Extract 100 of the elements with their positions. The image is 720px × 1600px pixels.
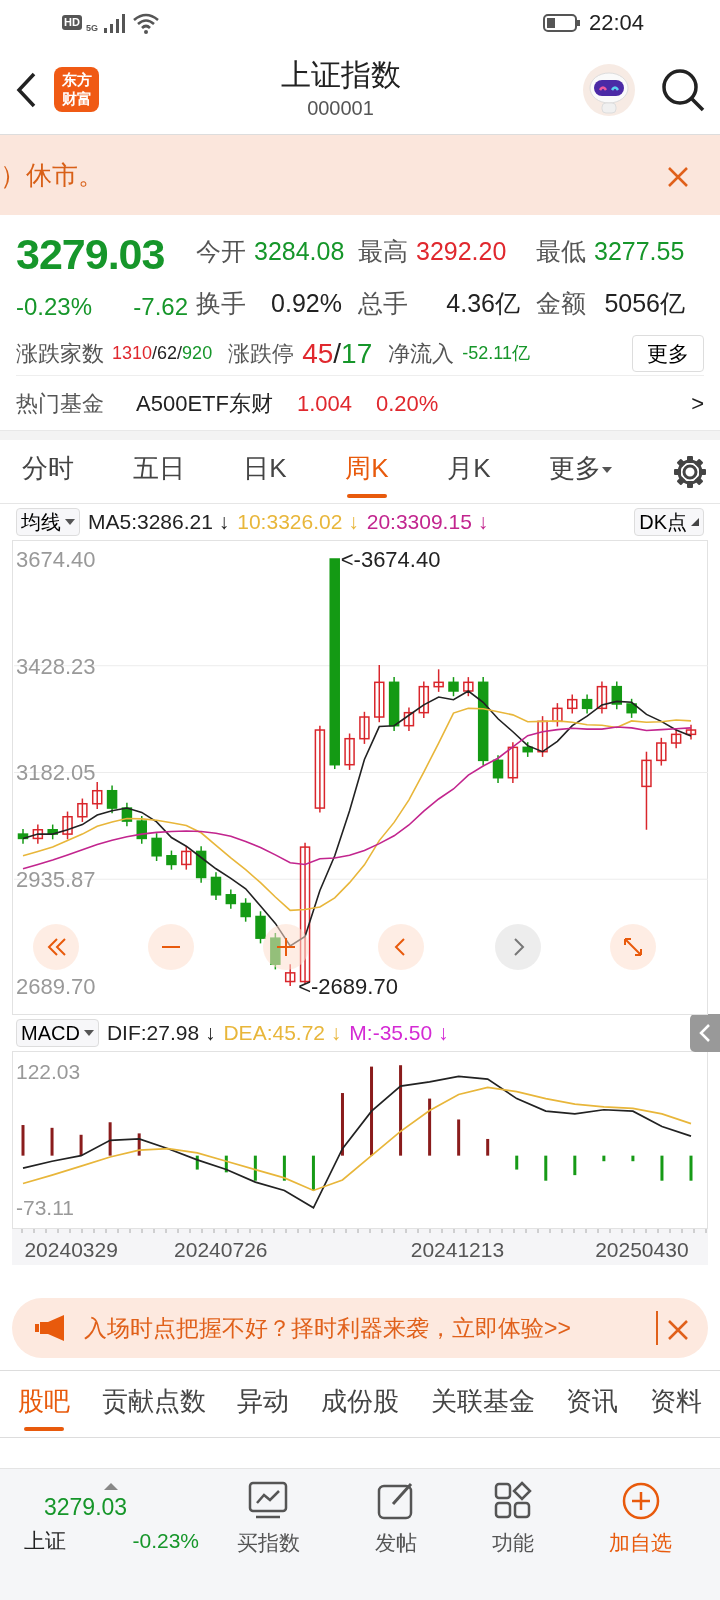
candlestick bbox=[596, 680, 608, 715]
collapse-button[interactable] bbox=[690, 1014, 720, 1052]
close-icon bbox=[666, 164, 690, 189]
stat-value: 0.92% bbox=[271, 287, 342, 319]
network-label: 5G bbox=[85, 23, 98, 33]
candlestick bbox=[62, 810, 73, 841]
fund-price: 1.004 bbox=[296, 389, 352, 418]
histogram-bar bbox=[573, 1155, 577, 1176]
chevron-text[interactable]: > bbox=[691, 386, 704, 420]
period-tab[interactable]: 日K bbox=[243, 445, 287, 498]
previous-button[interactable] bbox=[378, 924, 424, 970]
mini-change: -0.23% bbox=[132, 1527, 199, 1554]
add-icon bbox=[620, 1480, 661, 1521]
minus-icon bbox=[160, 945, 182, 949]
rewind-button[interactable] bbox=[33, 924, 79, 970]
close-button[interactable] bbox=[656, 1310, 690, 1346]
nav-item[interactable]: 发帖 bbox=[374, 1480, 417, 1559]
axis-label: -73.11 bbox=[16, 1195, 74, 1219]
assistant-button[interactable] bbox=[582, 62, 636, 117]
candlestick bbox=[685, 724, 697, 741]
histogram-bar bbox=[631, 1155, 635, 1162]
stat-value: 3292.20 bbox=[416, 236, 507, 267]
histogram-bar bbox=[79, 1134, 83, 1156]
content-tab[interactable]: 贡献点数 bbox=[101, 1377, 206, 1431]
histogram-bar bbox=[544, 1155, 548, 1181]
grid-icon bbox=[493, 1480, 534, 1521]
candlestick bbox=[670, 728, 682, 749]
candlestick bbox=[151, 832, 162, 862]
histogram-bar bbox=[515, 1155, 519, 1170]
candlestick bbox=[136, 815, 147, 845]
content-tab[interactable]: 资讯 bbox=[566, 1377, 619, 1431]
clock-time: 22:04 bbox=[588, 9, 644, 37]
more-button[interactable]: 更多 bbox=[632, 334, 704, 373]
candlestick bbox=[418, 680, 430, 719]
candlestick bbox=[240, 897, 251, 923]
candlestick bbox=[121, 802, 133, 828]
candlestick bbox=[567, 693, 578, 715]
period-tab[interactable]: 周K bbox=[345, 445, 389, 498]
mini-quote[interactable]: 3279.03 上证 -0.23% bbox=[24, 1483, 199, 1556]
axis-label: 3182.05 bbox=[16, 760, 96, 786]
candlestick bbox=[581, 693, 593, 715]
histogram-bar bbox=[253, 1155, 257, 1181]
close-icon bbox=[666, 1317, 690, 1342]
settings-button[interactable] bbox=[671, 453, 708, 490]
plus-icon bbox=[275, 936, 297, 958]
stat-value: 4.36亿 bbox=[446, 287, 520, 319]
content-tab[interactable]: 异动 bbox=[237, 1377, 290, 1431]
content-tab[interactable]: 股吧 bbox=[18, 1377, 70, 1431]
axis-label: 3428.23 bbox=[16, 653, 96, 679]
dk-button[interactable]: DK点 bbox=[634, 508, 704, 536]
axis-label: 2935.87 bbox=[16, 867, 96, 893]
nav-item[interactable]: 买指数 bbox=[236, 1480, 300, 1559]
content-tab[interactable]: 关联基金 bbox=[430, 1377, 535, 1431]
axis-label: 122.03 bbox=[16, 1059, 81, 1083]
period-tab[interactable]: 分时 bbox=[22, 445, 74, 498]
mini-price: 3279.03 bbox=[44, 1493, 129, 1522]
histogram-bar bbox=[341, 1093, 344, 1156]
period-tab[interactable]: 五日 bbox=[132, 445, 185, 498]
back-button[interactable] bbox=[14, 70, 38, 109]
caret-up-icon bbox=[104, 1483, 118, 1490]
histogram-bar bbox=[21, 1125, 25, 1156]
stat-label: 涨跌家数 bbox=[16, 340, 104, 369]
chevron-left-icon bbox=[698, 1022, 712, 1044]
content-tab[interactable]: 成份股 bbox=[320, 1377, 399, 1431]
battery-icon bbox=[542, 12, 581, 33]
candlestick bbox=[106, 784, 118, 815]
nav-item[interactable]: 功能 bbox=[492, 1480, 535, 1559]
stat-label: 金额 bbox=[536, 287, 586, 319]
corner-icon bbox=[691, 518, 699, 526]
search-button[interactable] bbox=[660, 66, 706, 113]
candlestick bbox=[403, 706, 415, 732]
candlestick bbox=[611, 680, 623, 710]
histogram-bar bbox=[457, 1119, 461, 1156]
stat-label: 最低 bbox=[536, 236, 586, 267]
indicator-value: 20:3309.15 ↓ bbox=[366, 509, 489, 536]
indicator-value: M:-35.50 ↓ bbox=[349, 1020, 449, 1047]
period-tab[interactable]: 月K bbox=[447, 445, 491, 498]
content-tab[interactable]: 资料 bbox=[649, 1377, 702, 1431]
fund-link[interactable]: A500ETF东财 bbox=[136, 386, 273, 420]
rewind-icon bbox=[45, 936, 67, 958]
stat-value: 3284.08 bbox=[254, 236, 345, 267]
stat-label: 总手 bbox=[358, 287, 408, 319]
date-label: 20241213 bbox=[410, 1238, 505, 1261]
candlestick bbox=[47, 823, 58, 841]
zoom-in-button[interactable] bbox=[263, 924, 309, 970]
histogram-bar bbox=[195, 1155, 199, 1170]
histogram-bar bbox=[137, 1133, 141, 1156]
period-tab[interactable]: 更多 bbox=[549, 445, 614, 498]
ma-dropdown[interactable]: 均线 bbox=[16, 508, 80, 536]
histogram-bar bbox=[486, 1138, 490, 1156]
macd-dropdown[interactable]: MACD bbox=[16, 1019, 99, 1047]
candlestick bbox=[225, 888, 237, 910]
fullscreen-button[interactable] bbox=[610, 924, 656, 970]
candlestick bbox=[210, 871, 222, 901]
settings-icon bbox=[671, 453, 708, 490]
candlestick bbox=[537, 715, 548, 758]
index-name: 上证 bbox=[24, 1527, 66, 1554]
candlestick bbox=[344, 732, 355, 771]
wifi-icon bbox=[131, 11, 160, 34]
stat-value: 5056亿 bbox=[604, 287, 685, 319]
